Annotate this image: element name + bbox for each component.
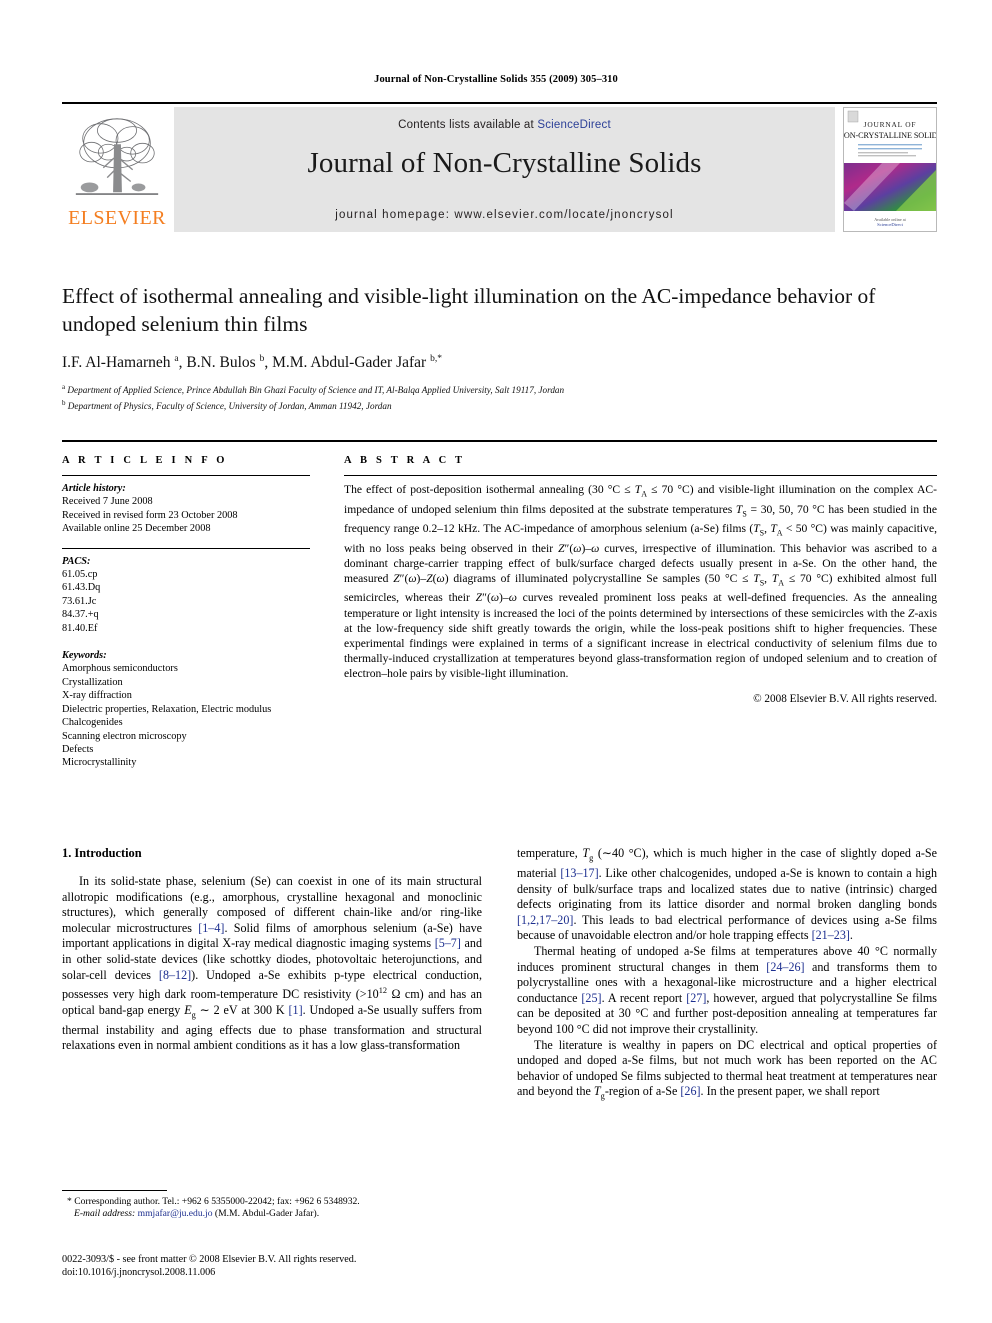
svg-text:ScienceDirect: ScienceDirect <box>877 222 903 227</box>
title-block: Effect of isothermal annealing and visib… <box>62 282 937 412</box>
keyword-item: Crystallization <box>62 676 123 688</box>
footnote-divider <box>62 1190 167 1191</box>
pacs-group: PACS: 61.05.cp 61.43.Dq 73.61.Jc 84.37.+… <box>62 555 310 635</box>
paragraph: temperature, Tg (∼40 °C), which is much … <box>517 846 938 943</box>
svg-text:NON-CRYSTALLINE SOLIDS: NON-CRYSTALLINE SOLIDS <box>844 131 936 140</box>
article-history-label: Article history: <box>62 483 126 494</box>
cover-artwork: JOURNAL OF NON-CRYSTALLINE SOLIDS <box>844 108 936 231</box>
author-list: I.F. Al-Hamarneh a, B.N. Bulos b, M.M. A… <box>62 354 442 372</box>
elsevier-wordmark: ELSEVIER <box>68 207 166 229</box>
keywords-group: Keywords: Amorphous semiconductors Cryst… <box>62 649 310 770</box>
paragraph: The literature is wealthy in papers on D… <box>517 1037 937 1101</box>
affiliations: a Department of Applied Science, Prince … <box>62 381 937 412</box>
contents-prefix: Contents lists available at <box>398 119 538 131</box>
pacs-label: PACS: <box>62 555 91 567</box>
divider <box>62 475 310 476</box>
article-history-group: Article history: Received 7 June 2008 Re… <box>62 482 310 536</box>
divider <box>62 547 310 549</box>
page-title: Effect of isothermal annealing and visib… <box>62 284 876 336</box>
pacs-item: 81.40.Ef <box>62 622 98 634</box>
keyword-item: Microcrystallinity <box>62 757 137 769</box>
pacs-item: 84.37.+q <box>62 609 99 621</box>
footnote-line-2: E-mail address: mmjafar@ju.edu.jo (M.M. … <box>62 1208 482 1220</box>
body-column-right: temperature, Tg (∼40 °C), which is much … <box>517 846 937 1104</box>
elsevier-tree-icon <box>75 118 159 195</box>
journal-homepage-link[interactable]: journal homepage: www.elsevier.com/locat… <box>174 209 835 221</box>
footnote-line-1: * Corresponding author. Tel.: +962 6 535… <box>62 1196 482 1208</box>
keyword-item: Defects <box>62 743 94 755</box>
corresponding-author-footnote: * Corresponding author. Tel.: +962 6 535… <box>62 1190 482 1221</box>
pacs-item: 73.61.Jc <box>62 595 97 607</box>
section-heading-introduction: 1. Introduction <box>62 846 142 860</box>
body-columns: 1. Introduction In its solid-state phase… <box>62 846 937 1104</box>
affiliation-b: b Department of Physics, Faculty of Scie… <box>62 398 392 411</box>
info-abstract-region: A R T I C L E I N F O Article history: R… <box>62 440 937 779</box>
pacs-item: 61.05.cp <box>62 569 98 581</box>
abstract-copyright: © 2008 Elsevier B.V. All rights reserved… <box>753 692 937 705</box>
body-column-left: 1. Introduction In its solid-state phase… <box>62 846 482 1104</box>
abstract-text: The effect of post-deposition isothermal… <box>344 483 938 681</box>
doi-line: doi:10.1016/j.jnoncrysol.2008.11.006 <box>62 1267 216 1278</box>
keyword-item: Chalcogenides <box>62 717 123 729</box>
abstract-heading: A B S T R A C T <box>344 455 466 466</box>
elsevier-logo: ELSEVIER <box>62 107 172 232</box>
journal-masthead: ELSEVIER Contents lists available at Sci… <box>62 102 937 232</box>
corresponding-author-text: Corresponding author. Tel.: +962 6 53550… <box>74 1196 360 1207</box>
article-info-heading: A R T I C L E I N F O <box>62 455 228 466</box>
paragraph: In its solid-state phase, selenium (Se) … <box>62 874 483 1053</box>
abstract-column: A B S T R A C T The effect of post-depos… <box>344 455 937 779</box>
article-info-column: A R T I C L E I N F O Article history: R… <box>62 455 310 779</box>
sciencedirect-link[interactable]: ScienceDirect <box>537 119 611 131</box>
email-address-label: E-mail address: <box>74 1208 136 1220</box>
keyword-item: Scanning electron microscopy <box>62 730 187 742</box>
divider <box>344 475 937 476</box>
keywords-label: Keywords: <box>62 650 107 662</box>
keyword-item: X-ray diffraction <box>62 690 132 702</box>
running-head: Journal of Non-Crystalline Solids 355 (2… <box>374 74 618 85</box>
contents-available-line: Contents lists available at ScienceDirec… <box>174 119 835 131</box>
history-item: Received 7 June 2008 <box>62 496 153 508</box>
paper-page: Journal of Non-Crystalline Solids 355 (2… <box>0 0 992 1323</box>
affiliation-a: a Department of Applied Science, Prince … <box>62 383 565 396</box>
paragraph: Thermal heating of undoped a-Se films at… <box>517 943 937 1036</box>
journal-cover-thumbnail: JOURNAL OF NON-CRYSTALLINE SOLIDS <box>843 107 937 232</box>
affiliation-a-text: Department of Applied Science, Prince Ab… <box>67 385 565 396</box>
page-footer: 0022-3093/$ - see front matter © 2008 El… <box>62 1253 622 1279</box>
email-owner: (M.M. Abdul-Gader Jafar). <box>214 1208 320 1220</box>
history-item: Available online 25 December 2008 <box>62 523 211 535</box>
pacs-item: 61.43.Dq <box>62 582 101 594</box>
keyword-item: Amorphous semiconductors <box>62 663 178 675</box>
keyword-item: Dielectric properties, Relaxation, Elect… <box>62 703 272 715</box>
affiliation-b-text: Department of Physics, Faculty of Scienc… <box>67 400 392 411</box>
journal-title: Journal of Non-Crystalline Solids <box>307 147 702 179</box>
journal-band: Contents lists available at ScienceDirec… <box>174 107 835 232</box>
history-item: Received in revised form 23 October 2008 <box>62 509 238 521</box>
front-matter-line: 0022-3093/$ - see front matter © 2008 El… <box>62 1254 357 1265</box>
footnote-marker: * <box>67 1196 72 1207</box>
svg-text:JOURNAL OF: JOURNAL OF <box>864 120 917 129</box>
email-link[interactable]: mmjafar@ju.edu.jo <box>138 1208 213 1219</box>
